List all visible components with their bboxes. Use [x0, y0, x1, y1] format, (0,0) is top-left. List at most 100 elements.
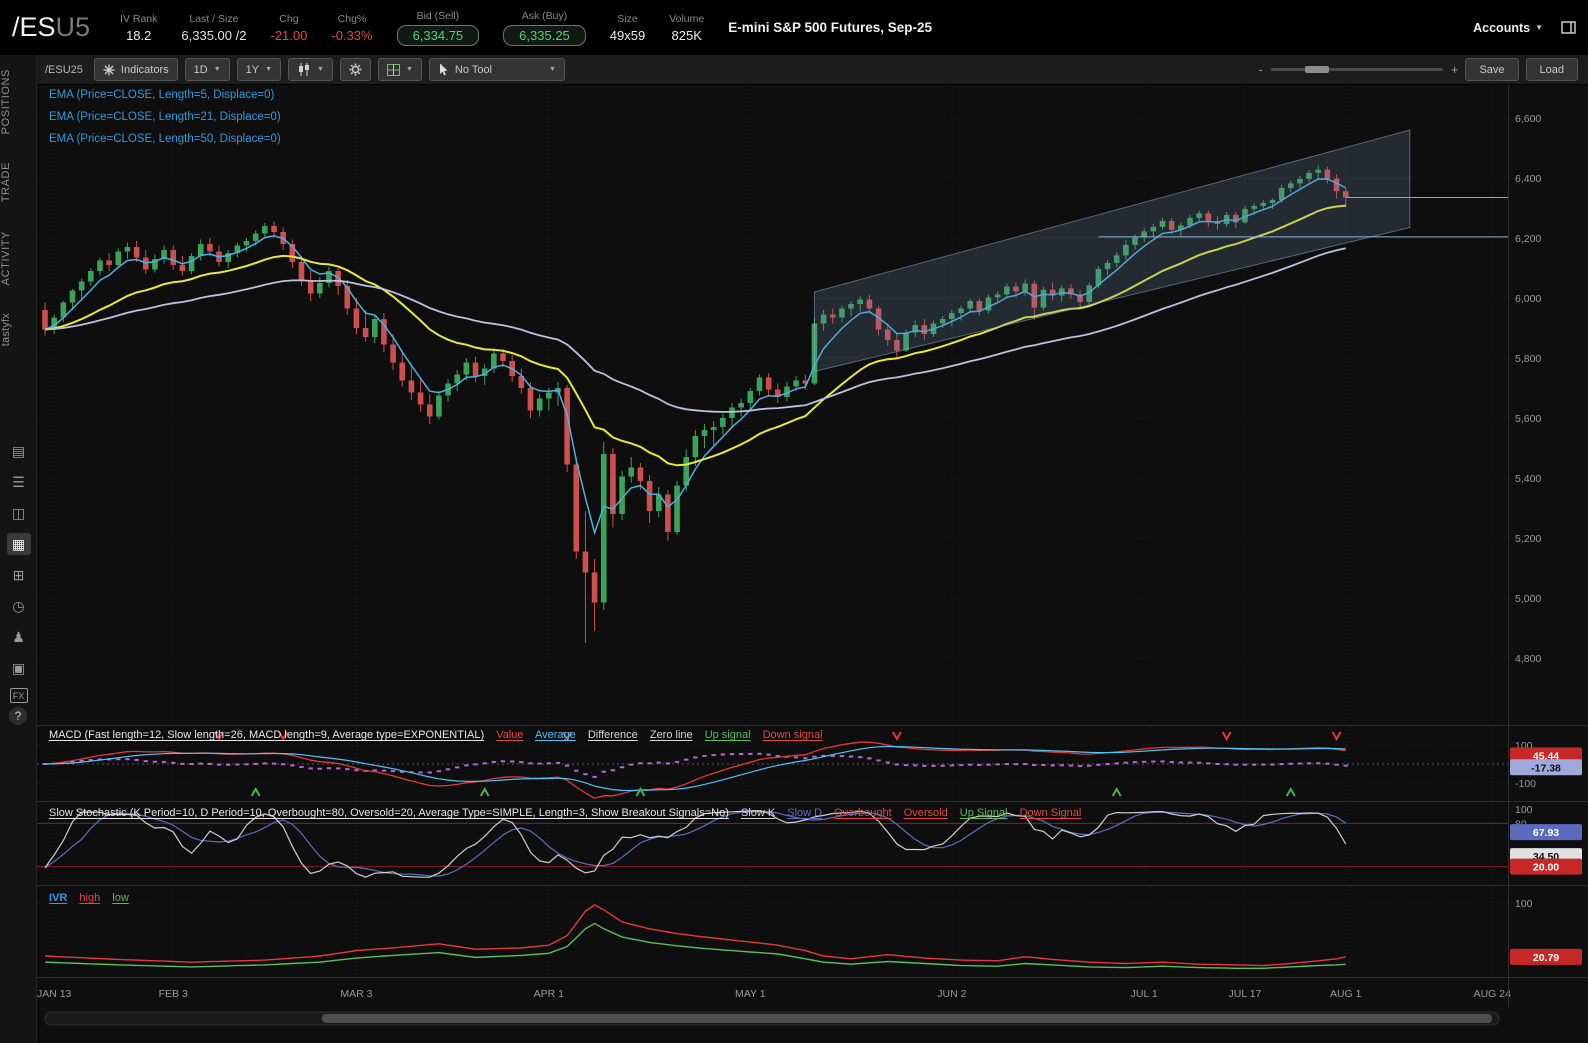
sidebar-tab-positions[interactable]: POSITIONS: [0, 55, 37, 148]
svg-text:100: 100: [1515, 804, 1533, 816]
svg-text:20.79: 20.79: [1533, 952, 1559, 964]
chg-pct-label: Chg%: [337, 12, 367, 25]
indicators-button[interactable]: Indicators: [93, 58, 178, 81]
svg-text:JUL 17: JUL 17: [1229, 988, 1262, 1000]
ask-label: Ask (Buy): [521, 9, 568, 22]
svg-text:5,200: 5,200: [1515, 533, 1541, 545]
svg-text:6,400: 6,400: [1515, 173, 1541, 185]
svg-text:5,400: 5,400: [1515, 473, 1541, 485]
svg-text:AUG 24: AUG 24: [1474, 988, 1512, 1000]
news-icon[interactable]: ▤: [7, 440, 31, 462]
volume-label: Volume: [669, 12, 705, 25]
svg-text:20.00: 20.00: [1533, 862, 1559, 874]
chg-label: Chg: [279, 12, 299, 25]
active-chart-grid-icon[interactable]: ▦: [6, 533, 31, 555]
svg-text:JUN 2: JUN 2: [937, 988, 966, 1000]
indicators-star-icon: [103, 64, 115, 76]
iv-rank-field: IV Rank 18.2: [120, 13, 157, 43]
layout-grid-icon: [386, 63, 400, 76]
last-size-field: Last / Size 6,335.00 /2: [181, 13, 246, 43]
compare-layout-dropdown[interactable]: ▼: [377, 58, 422, 81]
contacts-icon[interactable]: ♟: [7, 626, 31, 648]
zoom-in-button[interactable]: +: [1451, 62, 1459, 77]
help-icon[interactable]: ?: [9, 707, 27, 725]
chart-symbol-label: /ESU25: [45, 63, 83, 76]
chart-window-icon[interactable]: ◫: [7, 502, 31, 524]
timeframe-dropdown[interactable]: 1D ▼: [184, 58, 230, 81]
gear-icon: [349, 63, 362, 76]
load-button[interactable]: Load: [1525, 58, 1578, 81]
bid-field: Bid (Sell) 6,334.75: [396, 10, 480, 46]
contract-description: E-mini S&P 500 Futures, Sep-25: [728, 20, 933, 35]
drawing-tool-dropdown[interactable]: No Tool ▼: [428, 58, 565, 81]
symbol-suffix: U5: [55, 12, 91, 42]
ask-field: Ask (Buy) 6,335.25: [503, 10, 586, 46]
svg-text:5,600: 5,600: [1515, 413, 1541, 425]
range-dropdown[interactable]: 1Y ▼: [236, 58, 282, 81]
chevron-down-icon: ▼: [548, 66, 556, 73]
svg-text:MAY 1: MAY 1: [735, 988, 766, 1000]
last-size-value: 6,335.00 /2: [181, 27, 247, 43]
ask-button[interactable]: 6,335.25: [503, 24, 586, 46]
left-sidebar: POSITIONS TRADE ACTIVITY tastyfx ▤ ☰ ◫ ▦…: [0, 55, 37, 1043]
chg-pct-field: Chg% -0.33%: [331, 13, 372, 43]
svg-text:67.93: 67.93: [1533, 827, 1559, 839]
svg-text:MAR 3: MAR 3: [340, 988, 372, 1000]
panel-toggle-icon[interactable]: [1561, 20, 1576, 35]
cursor-icon: [438, 63, 449, 76]
accounts-dropdown[interactable]: Accounts ▼: [1473, 21, 1543, 35]
sidebar-tab-tastyfx[interactable]: tastyfx: [0, 299, 37, 360]
svg-text:FEB 3: FEB 3: [159, 988, 188, 1000]
volume-value: 825K: [671, 27, 702, 43]
sidebar-icon-stack: ▤ ☰ ◫ ▦ ⊞ ◷ ♟ ▣ FX: [0, 440, 37, 703]
svg-text:6,600: 6,600: [1515, 113, 1541, 125]
zoom-control: - +: [1259, 62, 1459, 77]
bid-button[interactable]: 6,334.75: [396, 24, 480, 46]
iv-rank-value: 18.2: [126, 27, 152, 43]
symbol-root: /ES: [12, 12, 56, 42]
size-value: 49x59: [609, 27, 646, 43]
chart-scrollbar-thumb[interactable]: [322, 1014, 1492, 1023]
svg-text:AUG 1: AUG 1: [1330, 988, 1362, 1000]
iv-rank-label: IV Rank: [120, 12, 158, 25]
tiles-icon[interactable]: ⊞: [7, 564, 31, 586]
sidebar-tab-trade[interactable]: TRADE: [0, 148, 37, 216]
size-field: Size 49x59: [610, 13, 645, 43]
chg-pct-value: -0.33%: [331, 27, 373, 43]
chevron-down-icon: ▼: [317, 66, 324, 73]
svg-text:5,800: 5,800: [1515, 353, 1541, 365]
chart-area[interactable]: 4,800 5,000 5,200 5,400 5,600 5,800 6,000 6,200…: [37, 85, 1588, 1043]
sidebar-tab-activity[interactable]: ACTIVITY: [0, 217, 37, 299]
fx-icon[interactable]: FX: [9, 688, 28, 703]
trading-platform-window: /ES U5 IV Rank 18.2 Last / Size 6,335.00…: [0, 0, 1588, 1043]
chevron-down-icon: ▼: [405, 66, 413, 73]
chart-type-dropdown[interactable]: ▼: [288, 58, 333, 81]
chg-field: Chg -21.00: [270, 13, 307, 43]
save-button[interactable]: Save: [1465, 58, 1519, 81]
calendar-icon[interactable]: ▣: [7, 657, 31, 679]
svg-text:APR 1: APR 1: [534, 988, 565, 1000]
svg-text:-17.38: -17.38: [1531, 762, 1561, 774]
chevron-down-icon: ▼: [213, 66, 221, 73]
history-clock-icon[interactable]: ◷: [7, 595, 31, 617]
svg-text:5,000: 5,000: [1515, 593, 1541, 605]
svg-text:JAN 13: JAN 13: [37, 988, 72, 1000]
chart-settings-button[interactable]: [339, 58, 371, 81]
zoom-slider-thumb[interactable]: [1305, 66, 1330, 73]
volume-field: Volume 825K: [669, 13, 704, 43]
chart-toolbar: /ESU25 Indicators 1D ▼ 1Y ▼ ▼ ▼ No Tool …: [37, 55, 1588, 85]
quote-header: /ES U5 IV Rank 18.2 Last / Size 6,335.00…: [0, 0, 1588, 55]
price-chart-svg[interactable]: 4,800 5,000 5,200 5,400 5,600 5,800 6,000 6,200…: [37, 85, 1588, 1043]
svg-text:6,200: 6,200: [1515, 233, 1541, 245]
symbol[interactable]: /ES U5: [12, 12, 90, 43]
candlestick-icon: [297, 63, 311, 76]
chevron-down-icon: ▼: [1535, 23, 1543, 32]
zoom-slider[interactable]: [1270, 66, 1443, 73]
orders-list-icon[interactable]: ☰: [7, 471, 31, 493]
svg-text:JUL 1: JUL 1: [1131, 988, 1158, 1000]
svg-text:4,800: 4,800: [1515, 653, 1541, 665]
size-label: Size: [617, 12, 638, 25]
svg-text:6,000: 6,000: [1515, 293, 1541, 305]
svg-text:100: 100: [1515, 898, 1533, 910]
zoom-out-button[interactable]: -: [1259, 62, 1263, 77]
